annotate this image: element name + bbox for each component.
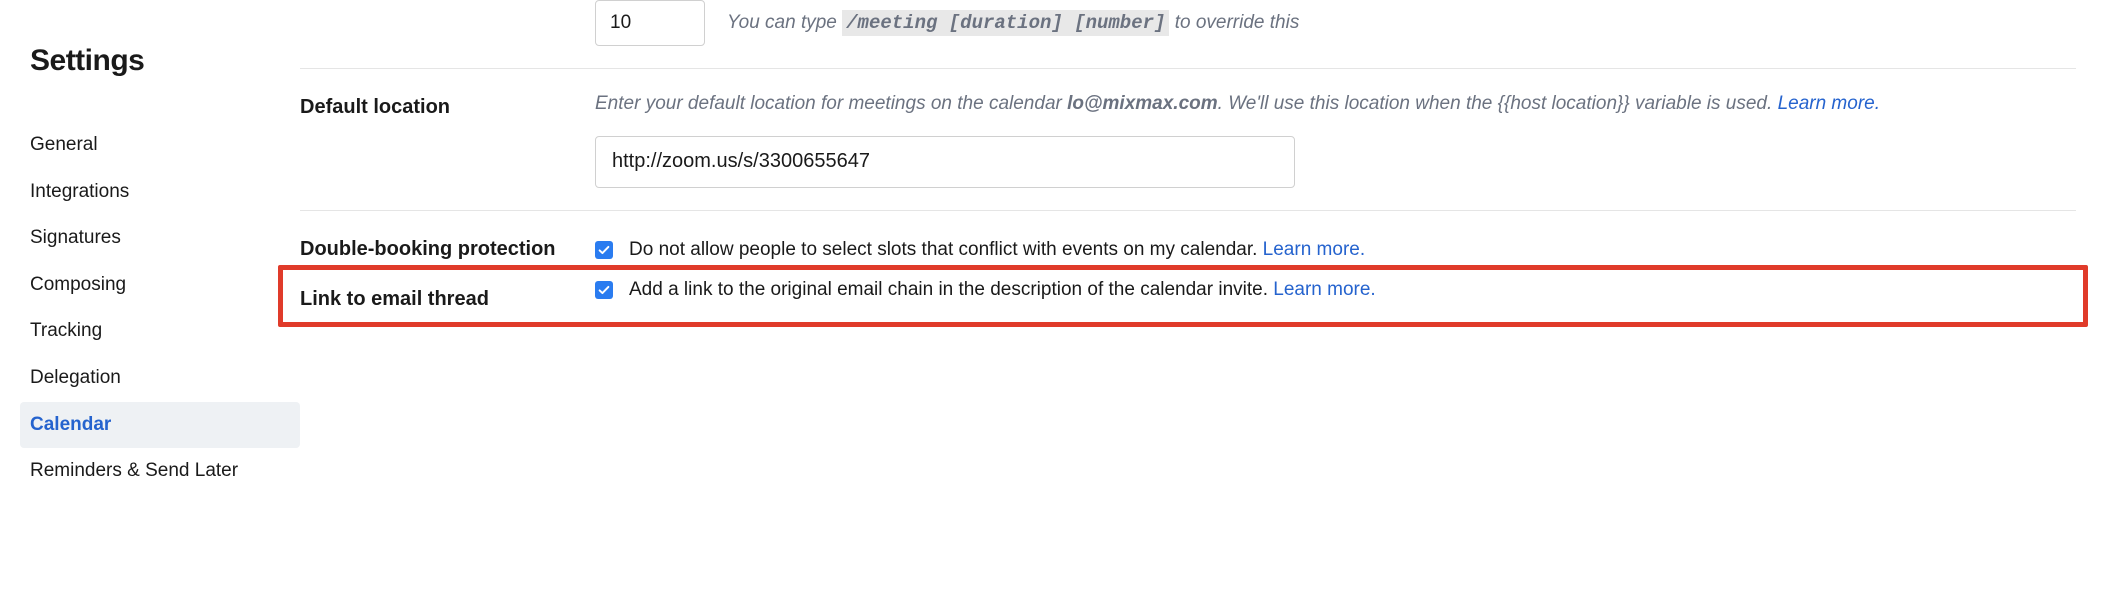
- default-location-label: Default location: [300, 91, 595, 121]
- double-booking-text: Do not allow people to select slots that…: [629, 237, 1365, 264]
- check-icon: [597, 283, 611, 297]
- link-email-text: Add a link to the original email chain i…: [629, 277, 1376, 304]
- sidebar-item-signatures[interactable]: Signatures: [30, 215, 300, 262]
- sidebar-nav: General Integrations Signatures Composin…: [30, 122, 300, 495]
- meeting-override-hint: You can type /meeting [duration] [number…: [727, 10, 1299, 37]
- link-email-checkbox[interactable]: [595, 281, 613, 299]
- check-icon: [597, 243, 611, 257]
- sidebar-item-delegation[interactable]: Delegation: [30, 355, 300, 402]
- double-booking-row: Do not allow people to select slots that…: [595, 237, 2076, 264]
- hint-suffix: to override this: [1169, 12, 1299, 33]
- link-email-label: Link to email thread: [300, 285, 595, 313]
- sidebar-item-general[interactable]: General: [30, 122, 300, 169]
- page-title: Settings: [30, 40, 300, 82]
- sidebar-item-calendar[interactable]: Calendar: [20, 402, 300, 449]
- double-booking-checkbox[interactable]: [595, 241, 613, 259]
- sidebar-item-tracking[interactable]: Tracking: [30, 308, 300, 355]
- meeting-count-input[interactable]: [595, 0, 705, 46]
- sidebar-item-reminders[interactable]: Reminders & Send Later: [30, 448, 300, 495]
- settings-sidebar: Settings General Integrations Signatures…: [0, 0, 300, 495]
- link-email-row: Add a link to the original email chain i…: [595, 277, 2076, 304]
- double-booking-learn-more-link[interactable]: Learn more.: [1263, 239, 1365, 260]
- default-location-learn-more-link[interactable]: Learn more.: [1778, 93, 1880, 114]
- settings-main: You can type /meeting [duration] [number…: [300, 0, 2116, 495]
- meeting-command-code: /meeting [duration] [number]: [842, 10, 1169, 36]
- default-location-input[interactable]: [595, 136, 1295, 188]
- double-booking-label: Double-booking protection: [300, 235, 595, 263]
- hint-prefix: You can type: [727, 12, 842, 33]
- account-email: lo@mixmax.com: [1067, 93, 1218, 114]
- sidebar-item-integrations[interactable]: Integrations: [30, 169, 300, 216]
- link-email-learn-more-link[interactable]: Learn more.: [1273, 279, 1375, 300]
- sidebar-item-composing[interactable]: Composing: [30, 262, 300, 309]
- section-meeting-number: You can type /meeting [duration] [number…: [300, 0, 2076, 68]
- section-default-location: Default location Enter your default loca…: [300, 68, 2076, 210]
- default-location-hint: Enter your default location for meetings…: [595, 93, 1880, 114]
- section-booking-and-link: Double-booking protection Link to email …: [300, 210, 2076, 357]
